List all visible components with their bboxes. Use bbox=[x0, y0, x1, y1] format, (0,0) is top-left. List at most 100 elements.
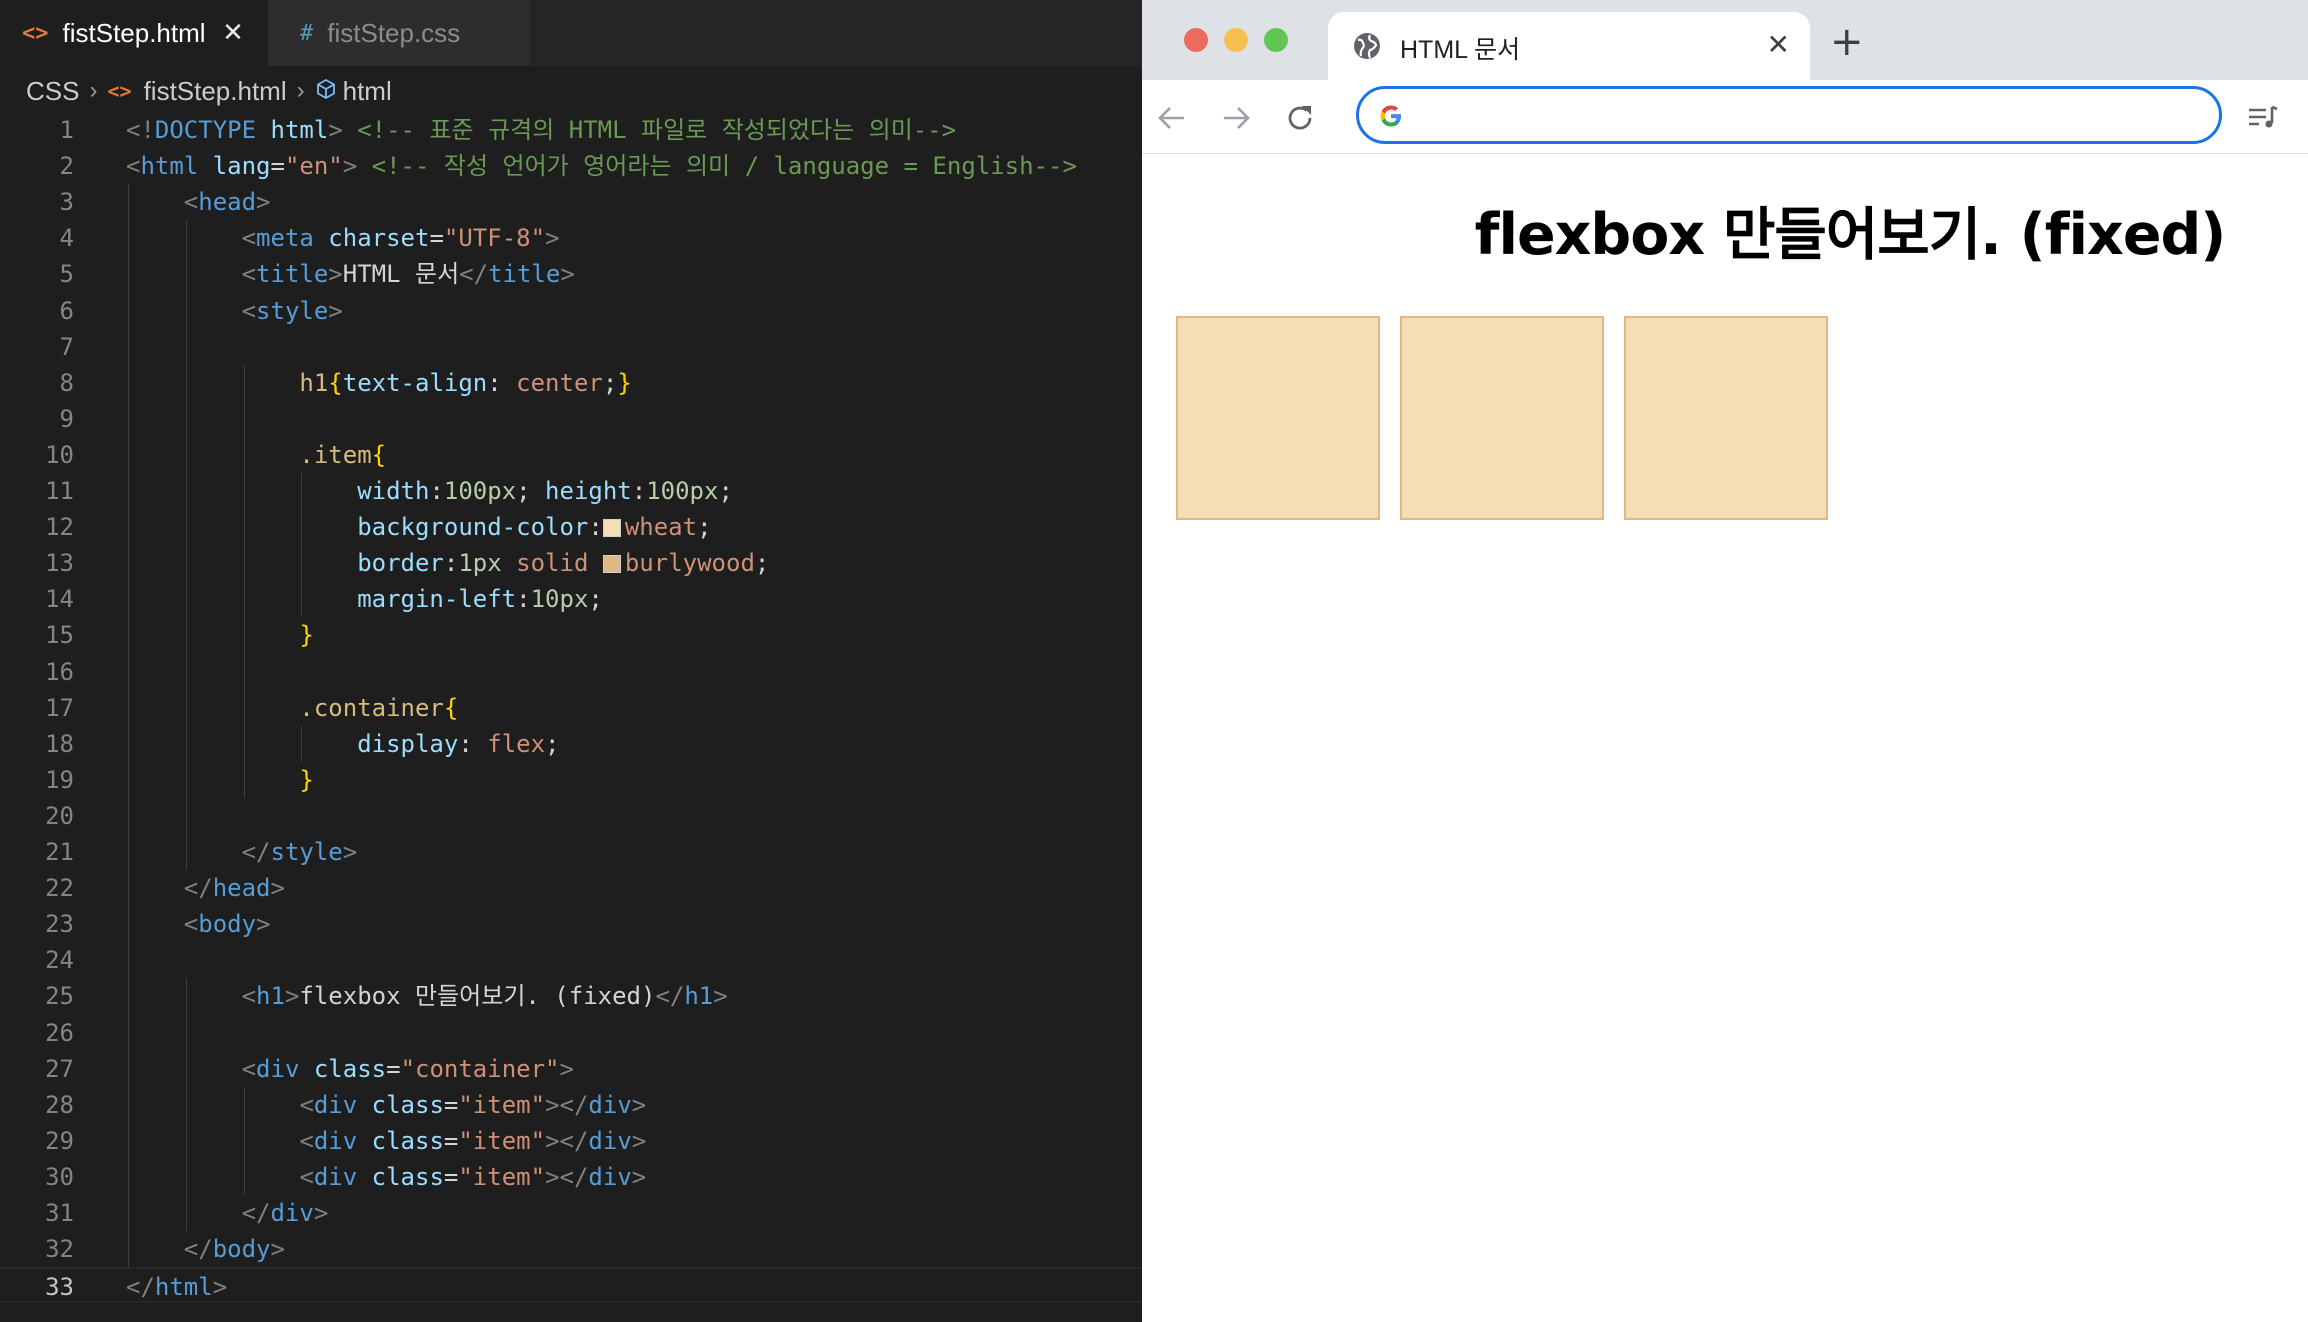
code-line[interactable]: 12 background-color: wheat; bbox=[0, 509, 1142, 545]
code-line[interactable]: 8 h1{text-align: center;} bbox=[0, 365, 1142, 401]
code-line[interactable]: 6 <style> bbox=[0, 293, 1142, 329]
code-line[interactable]: 20 bbox=[0, 798, 1142, 834]
reload-icon[interactable] bbox=[1282, 100, 1318, 136]
indent-guide bbox=[185, 978, 187, 1232]
editor-tab-bar: <> fistStep.html ✕ # fistStep.css bbox=[0, 0, 1142, 66]
code-line[interactable]: 10 .item{ bbox=[0, 437, 1142, 473]
line-number: 23 bbox=[45, 910, 74, 939]
back-arrow-icon[interactable] bbox=[1154, 100, 1190, 136]
flex-item bbox=[1400, 316, 1604, 520]
line-number: 5 bbox=[59, 260, 74, 289]
code-line[interactable]: 33 </html> bbox=[0, 1267, 1142, 1304]
page-viewport: flexbox 만들어보기. (fixed) bbox=[1142, 155, 2308, 1322]
line-number: 11 bbox=[45, 477, 74, 505]
line-number: 4 bbox=[59, 224, 74, 253]
code-line[interactable]: 24 bbox=[0, 942, 1142, 978]
code-text: border:1px solid burlywood; bbox=[357, 549, 770, 578]
symbol-cube-icon bbox=[315, 76, 337, 107]
close-icon[interactable]: ✕ bbox=[218, 17, 248, 47]
indent-guide bbox=[243, 1086, 245, 1195]
address-bar[interactable] bbox=[1356, 86, 2222, 144]
code-line[interactable]: 13 border:1px solid burlywood; bbox=[0, 545, 1142, 581]
code-line[interactable]: 1 <!DOCTYPE html> <!-- 표준 규격의 HTML 파일로 작성… bbox=[0, 112, 1142, 148]
code-text: .item{ bbox=[299, 440, 387, 469]
code-text: margin-left:10px; bbox=[357, 585, 603, 614]
tab-fiststep-css[interactable]: # fistStep.css bbox=[268, 0, 530, 66]
new-tab-button[interactable]: + bbox=[1830, 22, 1864, 62]
code-text: h1{text-align: center;} bbox=[299, 368, 632, 397]
browser-tab[interactable]: HTML 문서 ✕ bbox=[1328, 12, 1810, 80]
color-swatch[interactable] bbox=[602, 519, 621, 538]
browser-toolbar bbox=[1142, 80, 2308, 154]
line-number: 31 bbox=[45, 1199, 74, 1227]
reading-list-icon[interactable] bbox=[2246, 102, 2280, 134]
code-line[interactable]: 2 <html lang="en"> <!-- 작성 언어가 영어라는 의미 / … bbox=[0, 148, 1142, 184]
code-line[interactable]: 15} bbox=[0, 617, 1142, 653]
code-line[interactable]: 29 <div class="item"></div> bbox=[0, 1123, 1142, 1159]
code-line[interactable]: 17 .container{ bbox=[0, 690, 1142, 726]
code-line[interactable]: 7 bbox=[0, 329, 1142, 365]
maximize-window-button[interactable] bbox=[1264, 28, 1288, 52]
code-text: <html lang="en"> <!-- 작성 언어가 영어라는 의미 / l… bbox=[126, 152, 1077, 181]
code-line[interactable]: 31 </div> bbox=[0, 1195, 1142, 1231]
line-number: 18 bbox=[45, 729, 74, 758]
code-line[interactable]: 5 <title>HTML 문서</title> bbox=[0, 256, 1142, 292]
address-input[interactable] bbox=[1419, 97, 2199, 133]
line-number: 13 bbox=[45, 549, 74, 578]
tab-fiststep-html[interactable]: <> fistStep.html ✕ bbox=[0, 0, 268, 66]
close-icon[interactable]: ✕ bbox=[1767, 28, 1790, 61]
code-line[interactable]: 4 <meta charset="UTF-8"> bbox=[0, 220, 1142, 256]
code-text: display: flex; bbox=[357, 729, 560, 758]
code-line[interactable]: 32 </body> bbox=[0, 1231, 1142, 1267]
code-line[interactable]: 23 <body> bbox=[0, 906, 1142, 942]
code-line[interactable]: 25 <h1>flexbox 만들어보기. (fixed)</h1> bbox=[0, 978, 1142, 1014]
breadcrumb-symbol[interactable]: html bbox=[343, 76, 392, 107]
code-line[interactable]: 22 </head> bbox=[0, 870, 1142, 906]
code-text: } bbox=[299, 765, 314, 794]
code-text: </body> bbox=[183, 1235, 285, 1264]
line-number: 2 bbox=[59, 152, 74, 181]
code-text: <h1>flexbox 만들어보기. (fixed)</h1> bbox=[241, 982, 728, 1011]
code-text: </div> bbox=[241, 1199, 329, 1227]
line-number: 8 bbox=[59, 368, 74, 397]
line-number: 15 bbox=[45, 621, 74, 650]
close-window-button[interactable] bbox=[1184, 28, 1208, 52]
code-line[interactable]: 11 width:100px; height:100px; bbox=[0, 473, 1142, 509]
color-swatch[interactable] bbox=[602, 555, 621, 574]
code-text: </head> bbox=[183, 874, 285, 903]
code-text: <style> bbox=[241, 296, 343, 325]
breadcrumb-folder[interactable]: CSS bbox=[26, 76, 79, 107]
code-text: background-color: wheat; bbox=[357, 513, 712, 542]
code-line[interactable]: 3 <head> bbox=[0, 184, 1142, 220]
code-line[interactable]: 18 display: flex; bbox=[0, 726, 1142, 762]
code-text: </html> bbox=[126, 1273, 228, 1302]
line-number: 17 bbox=[45, 693, 74, 722]
minimize-window-button[interactable] bbox=[1224, 28, 1248, 52]
line-number: 9 bbox=[59, 404, 74, 433]
code-line[interactable]: 21 </style> bbox=[0, 834, 1142, 870]
browser-title-bar: HTML 문서 ✕ + bbox=[1142, 0, 2308, 80]
code-line[interactable]: 14 margin-left:10px; bbox=[0, 581, 1142, 617]
code-line[interactable]: 30 <div class="item"></div> bbox=[0, 1159, 1142, 1195]
code-line[interactable]: 9 bbox=[0, 401, 1142, 437]
indent-guide bbox=[301, 725, 303, 762]
code-text: <!DOCTYPE html> <!-- 표준 규격의 HTML 파일로 작성되… bbox=[126, 116, 957, 144]
code-line[interactable]: 19} bbox=[0, 762, 1142, 798]
browser-tab-title: HTML 문서 bbox=[1400, 36, 1521, 64]
line-number: 25 bbox=[45, 982, 74, 1011]
code-text: .container{ bbox=[299, 693, 459, 722]
code-text: width:100px; height:100px; bbox=[357, 477, 733, 505]
line-number: 33 bbox=[45, 1273, 74, 1302]
code-line[interactable]: 28 <div class="item"></div> bbox=[0, 1087, 1142, 1123]
flex-item bbox=[1176, 316, 1380, 520]
forward-arrow-icon[interactable] bbox=[1218, 100, 1254, 136]
code-line[interactable]: 27 <div class="container"> bbox=[0, 1051, 1142, 1087]
code-text: <div class="item"></div> bbox=[299, 1126, 647, 1155]
code-line[interactable]: 16 bbox=[0, 654, 1142, 690]
code-text: <div class="item"></div> bbox=[299, 1090, 647, 1119]
code-line[interactable]: 26 bbox=[0, 1015, 1142, 1051]
breadcrumb-file[interactable]: fistStep.html bbox=[144, 76, 287, 107]
indent-guide bbox=[243, 364, 245, 798]
line-number: 22 bbox=[45, 874, 74, 903]
line-number: 12 bbox=[45, 513, 74, 542]
